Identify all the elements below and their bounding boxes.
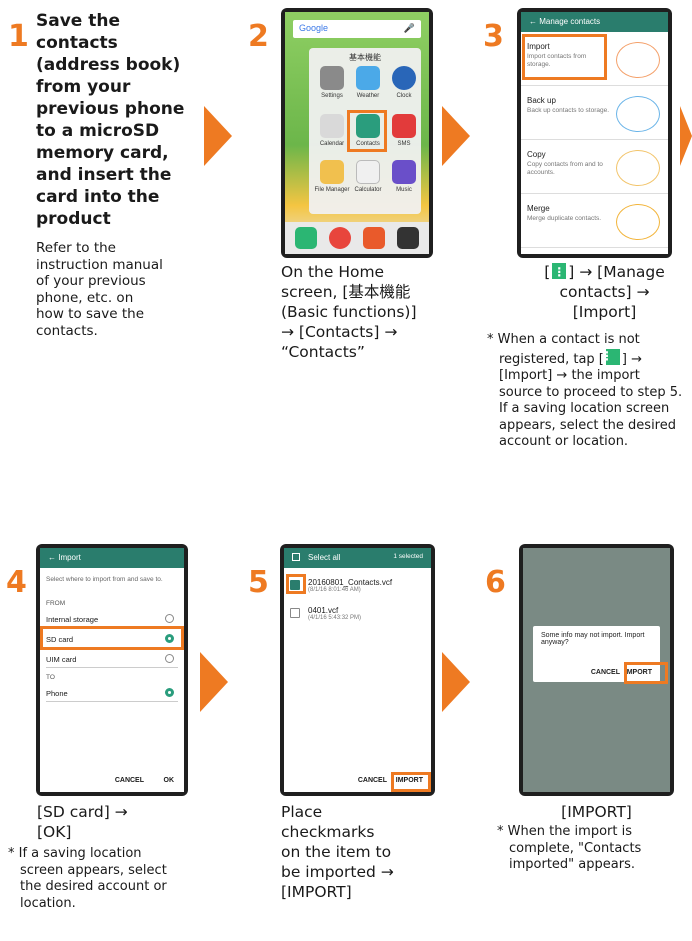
- dialog-message: Some info may not import. Import anyway?: [541, 632, 645, 646]
- step-6-caption: [IMPORT]: [561, 803, 632, 821]
- radio-icon: [165, 654, 174, 663]
- phone-import-dialog: Some info may not import. Import anyway?…: [519, 544, 674, 796]
- selected-count: 1 selected: [393, 553, 423, 560]
- import-titlebar: ← Import: [40, 548, 184, 568]
- step-3-note: * When a contact is not registered, tap …: [487, 332, 687, 451]
- file-2-item[interactable]: 0401.vcf (4/1/16 5:43:32 PM): [308, 606, 361, 621]
- manage-contacts-titlebar: ← Manage contacts: [521, 12, 668, 32]
- home-dock: [285, 222, 429, 254]
- settings-app-icon[interactable]: Settings: [313, 66, 351, 99]
- google-search-bar[interactable]: Google 🎤: [293, 20, 421, 38]
- folder-title: 基本機能: [349, 53, 381, 62]
- menu-icon: [605, 348, 620, 365]
- music-app-icon[interactable]: Music: [385, 160, 423, 193]
- file-1-item[interactable]: 20160801_Contacts.vcf (8/1/16 8:01:46 AM): [308, 578, 392, 593]
- file-manager-app-icon[interactable]: File Manager: [313, 160, 351, 193]
- calculator-app-icon[interactable]: Calculator: [349, 160, 387, 193]
- step-number-3: 3: [478, 22, 504, 54]
- file-1-checkbox[interactable]: [290, 580, 300, 590]
- arrow-right-icon: [442, 106, 470, 166]
- menu-icon: [552, 262, 567, 282]
- backup-icon: [616, 96, 660, 132]
- internal-storage-option[interactable]: Internal storage: [46, 610, 178, 628]
- sd-card-option[interactable]: SD card: [46, 630, 178, 648]
- uim-card-option[interactable]: UIM card: [46, 650, 178, 668]
- merge-icon: [616, 204, 660, 240]
- import-button[interactable]: IMPORT: [396, 777, 423, 784]
- step-4-caption: [SD card] → [OK]: [37, 803, 128, 841]
- import-icon: [616, 42, 660, 78]
- merge-row[interactable]: Merge Merge duplicate contacts.: [521, 196, 668, 248]
- step-2-caption: On the Home screen, [基本機能 (Basic functions…: [281, 263, 417, 361]
- step-number-5: 5: [243, 568, 269, 600]
- import-dialog: Some info may not import. Import anyway?…: [533, 626, 660, 682]
- step-3-caption: [] → [Manage contacts] →[Import]: [522, 262, 687, 322]
- step-1-title: Save the contacts (address book) from your p…: [36, 11, 185, 229]
- select-all-checkbox[interactable]: [292, 553, 300, 561]
- radio-selected-icon: [165, 688, 174, 697]
- step-1-description: Refer to the instruction manual of your pr…: [36, 240, 163, 339]
- step-number-1: 1: [3, 22, 29, 54]
- radio-selected-icon: [165, 634, 174, 643]
- phone-manage-contacts: ← Manage contacts Import Import contacts …: [517, 8, 672, 258]
- step-6-note: * When the import is complete, "Contacts…: [497, 824, 642, 872]
- step-number-6: 6: [480, 568, 506, 600]
- step-5-caption: Place checkmarks on the item to be imported…: [281, 803, 394, 901]
- phone-import-source: ← Import Select where to import from and…: [36, 544, 188, 796]
- radio-icon: [165, 614, 174, 623]
- copy-row[interactable]: Copy Copy contacts from and to accounts.: [521, 142, 668, 194]
- weather-app-icon[interactable]: Weather: [349, 66, 387, 99]
- cancel-button[interactable]: CANCEL: [358, 777, 387, 784]
- file-2-checkbox[interactable]: [290, 608, 300, 618]
- arrow-right-icon: [200, 652, 228, 712]
- phone-home-screen: Google 🎤 基本機能 Settings Weather Clock Cale…: [281, 8, 433, 258]
- step-number-4: 4: [1, 568, 27, 600]
- contacts-app-icon[interactable]: Contacts: [349, 114, 387, 147]
- chrome-icon[interactable]: [329, 227, 351, 249]
- basic-functions-folder: 基本機能 Settings Weather Clock Calendar Con…: [309, 48, 421, 214]
- to-label: TO: [46, 674, 55, 681]
- camera-icon[interactable]: [397, 227, 419, 249]
- import-row[interactable]: Import Import contacts from storage.: [521, 34, 668, 86]
- calendar-app-icon[interactable]: Calendar: [313, 114, 351, 147]
- phone-select-files: Select all 1 selected 20160801_Contacts.v…: [280, 544, 435, 796]
- sms-app-icon[interactable]: SMS: [385, 114, 423, 147]
- phone-option[interactable]: Phone: [46, 684, 178, 702]
- copy-icon: [616, 150, 660, 186]
- from-label: FROM: [46, 600, 66, 607]
- select-all-bar: Select all 1 selected: [284, 548, 431, 568]
- au-icon[interactable]: [363, 227, 385, 249]
- cancel-button[interactable]: CANCEL: [591, 669, 620, 676]
- step-4-note: * If a saving location screen appears, s…: [8, 846, 167, 911]
- ok-button[interactable]: OK: [164, 777, 175, 784]
- arrow-right-icon: [442, 652, 470, 712]
- import-button[interactable]: IMPORT: [625, 669, 652, 676]
- clock-app-icon[interactable]: Clock: [385, 66, 423, 99]
- cancel-button[interactable]: CANCEL: [115, 777, 144, 784]
- step-number-2: 2: [243, 22, 269, 54]
- arrow-right-icon: [204, 106, 232, 166]
- backup-row[interactable]: Back up Back up contacts to storage.: [521, 88, 668, 140]
- phone-icon[interactable]: [295, 227, 317, 249]
- import-instruction: Select where to import from and save to.: [46, 576, 163, 583]
- arrow-right-icon: [680, 106, 692, 166]
